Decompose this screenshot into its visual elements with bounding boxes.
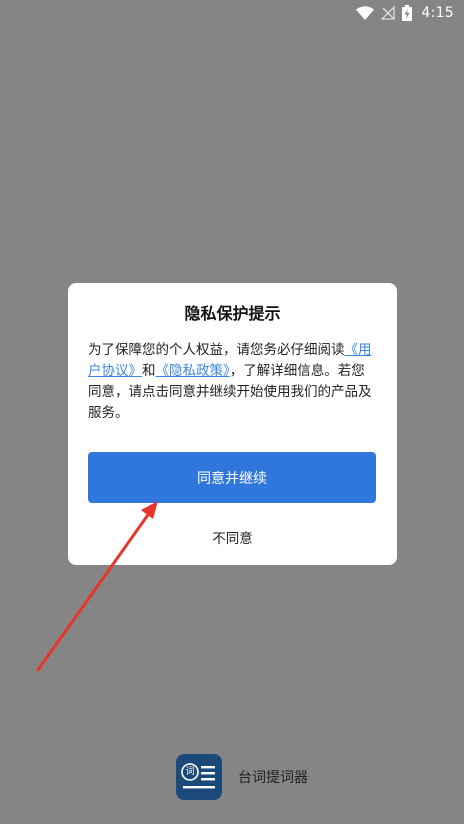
red-arrow-annotation (36, 501, 158, 672)
app-name: 台词提词器 (238, 770, 308, 786)
app-brand: 词 台词提词器 (176, 754, 308, 800)
app-logo-glyph: 词 (185, 767, 195, 777)
app-logo-icon: 词 (176, 754, 222, 800)
